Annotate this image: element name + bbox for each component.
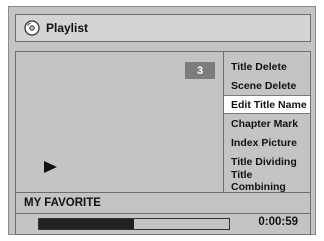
playback-footer: 0:00:59 [16,214,310,234]
menu-item-index-picture[interactable]: Index Picture [224,133,310,152]
title-name-label: MY FAVORITE [16,193,310,214]
progress-fill [39,219,134,229]
disc-icon [24,20,40,36]
page-title: Playlist [46,21,89,35]
menu-item-scene-delete[interactable]: Scene Delete [224,76,310,95]
title-number-badge: 3 [185,62,215,79]
edit-menu: Title Delete Scene Delete Edit Title Nam… [224,52,310,193]
header-bar: Playlist [15,14,311,42]
menu-item-title-delete[interactable]: Title Delete [224,57,310,76]
main-panel: 3 Title Delete Scene Delete Edit Title N… [15,51,311,235]
menu-item-edit-title-name[interactable]: Edit Title Name [224,95,310,114]
elapsed-time: 0:00:59 [258,216,298,228]
progress-bar [38,218,230,230]
playlist-screen: Playlist 3 Title Delete Scene Delete Edi… [8,6,316,235]
play-icon [44,160,58,178]
menu-item-chapter-mark[interactable]: Chapter Mark [224,114,310,133]
title-preview[interactable]: 3 [16,52,224,193]
menu-item-title-combining[interactable]: Title Combining [224,169,310,193]
